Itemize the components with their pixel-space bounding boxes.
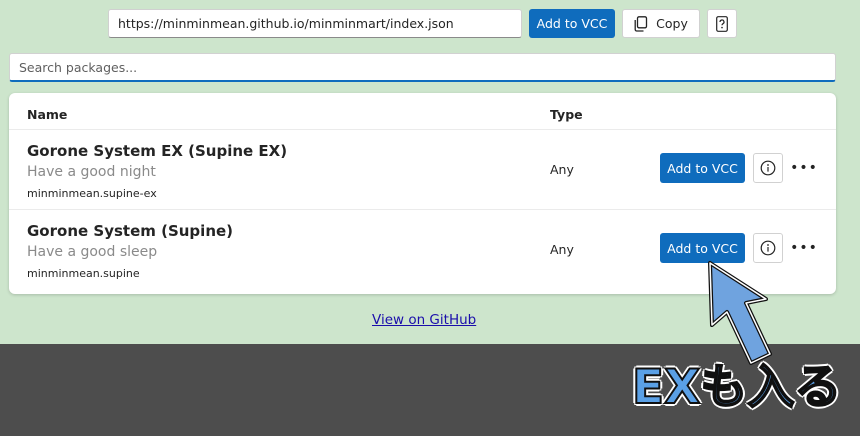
package-title: Gorone System (Supine) — [27, 222, 234, 240]
package-description: Have a good night — [27, 164, 156, 180]
view-on-github-link[interactable]: View on GitHub — [372, 312, 476, 328]
search-input[interactable]: Search packages... — [9, 53, 836, 82]
pointer-arrow-icon — [708, 261, 772, 365]
info-icon — [760, 160, 776, 176]
help-button[interactable] — [707, 9, 737, 38]
copy-icon — [634, 15, 648, 32]
add-repo-to-vcc-button[interactable]: Add to VCC — [529, 9, 615, 38]
package-title: Gorone System EX (Supine EX) — [27, 142, 288, 160]
annotation-caption: EXも入る — [631, 360, 842, 415]
copy-button[interactable]: Copy — [622, 9, 700, 38]
question-icon — [716, 15, 728, 32]
info-button[interactable] — [753, 153, 783, 183]
package-type: Any — [550, 162, 574, 177]
table-row: Gorone System EX (Supine EX) Have a good… — [9, 130, 836, 210]
info-icon — [760, 240, 776, 256]
package-description: Have a good sleep — [27, 244, 158, 260]
copy-label: Copy — [656, 16, 688, 31]
more-options-icon[interactable]: ••• — [790, 233, 817, 263]
package-id: minminmean.supine-ex — [27, 187, 157, 200]
repo-url-field[interactable]: https://minminmean.github.io/minminmart/… — [108, 9, 522, 38]
package-type: Any — [550, 242, 574, 257]
column-header-type: Type — [550, 107, 583, 122]
add-package-to-vcc-button[interactable]: Add to VCC — [660, 153, 745, 183]
package-id: minminmean.supine — [27, 267, 140, 280]
column-header-name: Name — [27, 107, 68, 122]
more-options-icon[interactable]: ••• — [790, 153, 817, 183]
